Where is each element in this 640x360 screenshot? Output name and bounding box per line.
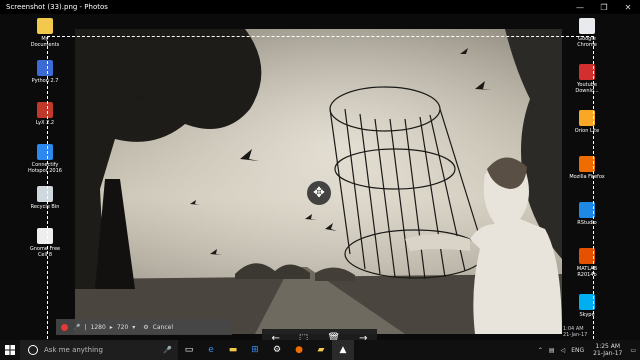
application-icon (37, 144, 53, 160)
microphone-icon[interactable]: 🎤 (163, 346, 172, 354)
cancel-button[interactable]: Cancel (153, 324, 173, 331)
task-view-icon[interactable]: ▭ (178, 340, 200, 360)
height-input[interactable]: 720 (117, 324, 128, 331)
desktop-icon-label: Youtube Downlo... (575, 82, 599, 94)
desktop-right-icon-4[interactable]: RStudio (569, 202, 605, 226)
chevron-down-icon[interactable]: ▾ (132, 324, 135, 331)
close-button[interactable]: ✕ (616, 0, 640, 14)
maximize-button[interactable]: ❐ (592, 0, 616, 14)
desktop-icon-label: Connectify Hotspot 2016 (28, 162, 62, 174)
desktop-left-icon-0[interactable]: My Documents (27, 18, 63, 48)
title-bar: Screenshot (33).png - Photos — ❐ ✕ (0, 0, 640, 14)
application-icon (579, 110, 595, 126)
desktop-left-icon-5[interactable]: Gnome Free Cell 8 (27, 228, 63, 258)
desktop-icon-label: My Documents (30, 36, 60, 48)
folder-icon[interactable]: ▰ (310, 340, 332, 360)
application-icon (579, 156, 595, 172)
search-placeholder: Ask me anything (44, 346, 103, 354)
language-indicator[interactable]: ENG (571, 347, 584, 354)
application-icon (579, 248, 595, 264)
windows-start-icon[interactable] (0, 340, 20, 360)
desktop-icon-label: Orion Lite (574, 128, 600, 134)
ghost-date: 21-Jan-17 (563, 332, 588, 338)
microphone-icon[interactable]: 🎤 (73, 324, 80, 331)
desktop-icon-label: Gnome Free Cell 8 (29, 246, 61, 258)
desktop-right-icon-5[interactable]: MATLAB R2014b (569, 248, 605, 278)
firefox-icon[interactable]: ● (288, 340, 310, 360)
edge-icon[interactable]: e (200, 340, 222, 360)
width-input[interactable]: 1280 (91, 324, 106, 331)
desktop-right-icon-1[interactable]: Youtube Downlo... (569, 64, 605, 94)
minimize-button[interactable]: — (568, 0, 592, 14)
desktop-left-icon-4[interactable]: Recycle Bin (27, 186, 63, 210)
desktop-icon-label: MATLAB R2014b (576, 266, 598, 278)
application-icon (37, 18, 53, 34)
taskbar: Ask me anything 🎤 ▭ e ▬ ⊞ ⚙ ● ▰ ▲ ⌃ ▤ ◁ … (0, 340, 640, 360)
desktop-left-icon-3[interactable]: Connectify Hotspot 2016 (27, 144, 63, 174)
recorder-toolbar: 🎤 | 1280 ▸ 720 ▾ ⚙ Cancel (56, 319, 232, 335)
store-icon[interactable]: ⊞ (244, 340, 266, 360)
application-icon (579, 64, 595, 80)
cortana-search-box[interactable]: Ask me anything 🎤 (20, 340, 178, 360)
desktop-icon-label: LyX 2.2 (35, 120, 55, 126)
window-controls: — ❐ ✕ (568, 0, 640, 14)
desktop-area: My Documents Python 2.7 LyX 2.2 Connectify … (0, 14, 640, 348)
application-icon (37, 60, 53, 76)
settings-gear-icon[interactable]: ⚙ (266, 340, 288, 360)
volume-icon[interactable]: ◁ (561, 347, 566, 354)
application-icon (579, 294, 595, 310)
clock-date: 21-Jan-17 (593, 350, 623, 357)
desktop-icon-label: Python 2.7 (31, 78, 59, 84)
gear-icon[interactable]: ⚙ (143, 324, 148, 331)
cortana-icon (28, 345, 38, 355)
divider: | (84, 323, 87, 331)
notification-icon[interactable]: ▭ (630, 347, 636, 354)
system-tray: ⌃ ▤ ◁ ENG 1:25 AM 21-Jan-17 ▭ (535, 340, 640, 360)
application-icon (37, 228, 53, 244)
desktop-right-icon-2[interactable]: Orion Lite (569, 110, 605, 134)
window-title: Screenshot (33).png - Photos (6, 3, 108, 11)
application-icon (579, 202, 595, 218)
ghost-clock: 1:04 AM 21-Jan-17 (563, 326, 587, 338)
desktop-left-icon-1[interactable]: Python 2.7 (27, 60, 63, 84)
desktop-left-icon-2[interactable]: LyX 2.2 (27, 102, 63, 126)
photos-app-icon[interactable]: ▲ (332, 340, 354, 360)
desktop-icon-label: Mozilla Firefox (569, 174, 605, 180)
move-handle-icon[interactable]: ✥ (307, 181, 331, 205)
application-icon (579, 18, 595, 34)
file-explorer-icon[interactable]: ▬ (222, 340, 244, 360)
dimension-separator: ▸ (109, 323, 113, 331)
network-icon[interactable]: ▤ (549, 347, 555, 354)
clock-time: 1:25 AM (595, 343, 621, 350)
desktop-right-icon-0[interactable]: Google Chrome (569, 18, 605, 48)
chevron-up-icon[interactable]: ⌃ (538, 347, 543, 354)
desktop-icon-label: RStudio (577, 220, 597, 226)
record-icon[interactable] (61, 323, 68, 331)
application-icon (37, 102, 53, 118)
application-icon (37, 186, 53, 202)
desktop-icon-label: Skype (579, 312, 595, 318)
desktop-icon-label: Recycle Bin (30, 204, 60, 210)
desktop-right-icon-3[interactable]: Mozilla Firefox (569, 156, 605, 180)
desktop-icon-label: Google Chrome (577, 36, 597, 48)
taskbar-clock[interactable]: 1:25 AM 21-Jan-17 (593, 343, 622, 357)
desktop-right-icon-6[interactable]: Skype (569, 294, 605, 318)
